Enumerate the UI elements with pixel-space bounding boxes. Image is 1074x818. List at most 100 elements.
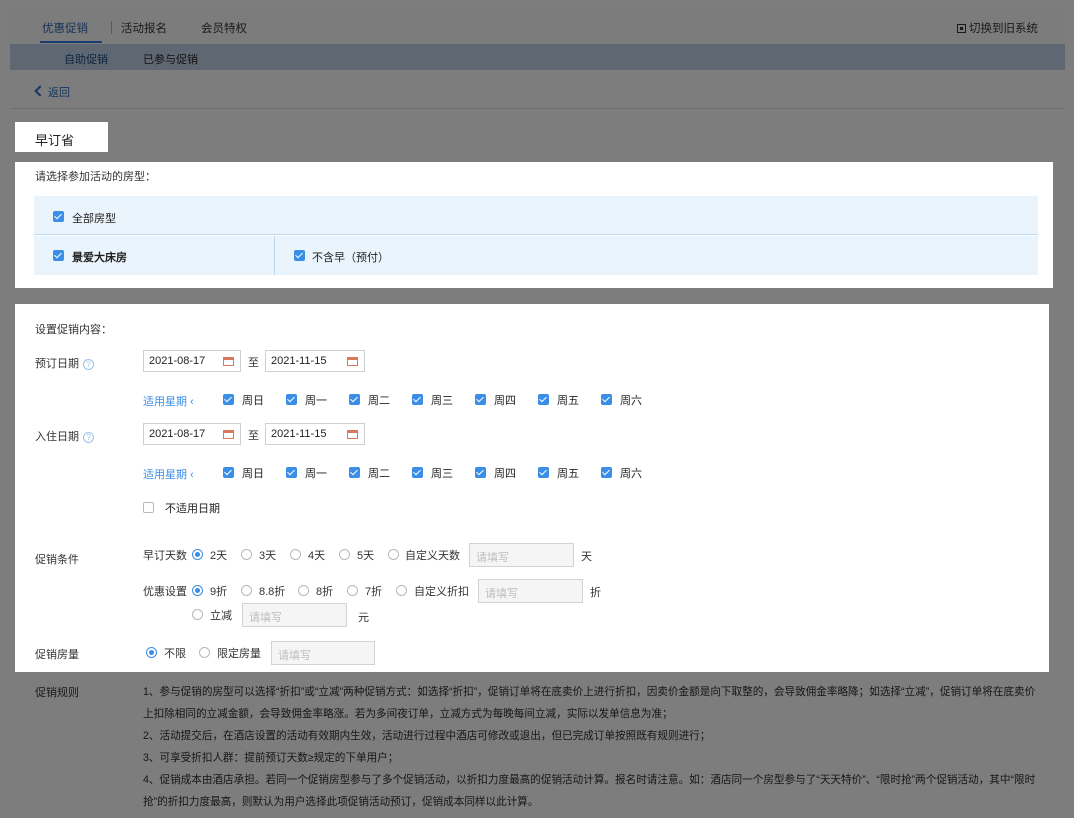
booking-weekday-label: 周一	[305, 395, 327, 407]
discount-radio-9[interactable]	[192, 585, 203, 596]
early-days-label: 早订天数	[143, 550, 187, 562]
early-days-option-label: 5天	[357, 550, 375, 562]
checkin-date-label: 入住日期?	[35, 428, 94, 444]
all-room-types-row: 全部房型	[34, 196, 1038, 235]
discount-radio-8.8[interactable]	[241, 585, 252, 596]
checkin-start-date-value: 2021-08-17	[149, 428, 206, 440]
tab-activity-signup[interactable]: 活动报名	[121, 20, 167, 36]
booking-start-date-input[interactable]: 2021-08-17	[143, 350, 241, 372]
custom-days-input[interactable]: 请填写	[469, 543, 574, 567]
checkin-weekday-checkbox[interactable]	[538, 467, 549, 478]
booking-weekday-checkbox[interactable]	[475, 394, 486, 405]
booking-weekdays-title: 适用星期	[143, 396, 187, 408]
checkin-weekday-checkbox[interactable]	[412, 467, 423, 478]
checkin-weekday-label: 周六	[620, 468, 642, 480]
exclude-dates-label: 不适用日期	[165, 503, 220, 515]
discount-radio-8[interactable]	[298, 585, 309, 596]
rule-line: 上扣除相同的立减金额，会导致佣金率略涨。若为多间夜订单，立减方式为每晚每间立减，…	[143, 708, 673, 720]
discount-label: 优惠设置	[143, 586, 187, 598]
reduce-radio[interactable]	[192, 609, 203, 620]
checkin-end-date-input[interactable]: 2021-11-15	[265, 423, 365, 445]
discount-unit: 折	[590, 587, 601, 599]
checkin-end-date-value: 2021-11-15	[271, 428, 327, 440]
calendar-icon[interactable]	[347, 357, 358, 366]
days-unit: 天	[581, 551, 592, 563]
subtab-self-promotion[interactable]: 自助促销	[64, 51, 108, 67]
reduce-unit: 元	[358, 612, 369, 624]
switch-old-system-link[interactable]: 切换到旧系统	[957, 20, 1038, 36]
room-row-divider	[274, 236, 275, 275]
early-days-radio-3[interactable]	[241, 549, 252, 560]
calendar-icon[interactable]	[223, 357, 234, 366]
rules-label: 促销规则	[35, 687, 79, 699]
rule-line: 1、参与促销的房型可以选择“折扣”或“立减”两种促销方式：如选择“折扣”，促销订…	[143, 686, 1036, 698]
tab-divider	[111, 21, 112, 34]
back-link[interactable]: 返回	[34, 84, 70, 100]
checkin-weekday-label: 周四	[494, 468, 516, 480]
early-days-radio-5[interactable]	[339, 549, 350, 560]
rule-line: 4、促销成本由酒店承担。若同一个促销房型参与了多个促销活动，以折扣力度最高的促销…	[143, 774, 1036, 786]
discount-radio-7[interactable]	[347, 585, 358, 596]
promo-title: 早订省	[15, 122, 108, 152]
inventory-radio-limited[interactable]	[199, 647, 210, 658]
checkin-weekday-checkbox[interactable]	[286, 467, 297, 478]
divider	[10, 108, 1065, 109]
early-days-option-label: 2天	[210, 550, 228, 562]
checkin-weekday-checkbox[interactable]	[475, 467, 486, 478]
discount-radio-custom[interactable]	[396, 585, 407, 596]
subtab-joined-promotions[interactable]: 已参与促销	[143, 51, 198, 67]
exclude-dates-checkbox[interactable]	[143, 502, 154, 513]
inventory-input[interactable]: 请填写	[271, 641, 375, 665]
date-range-separator: 至	[248, 430, 259, 442]
calendar-icon[interactable]	[347, 430, 358, 439]
early-days-radio-4[interactable]	[290, 549, 301, 560]
discount-option-label: 7折	[365, 586, 383, 598]
booking-weekday-checkbox[interactable]	[349, 394, 360, 405]
back-label: 返回	[48, 87, 70, 99]
booking-date-label: 预订日期?	[35, 355, 94, 371]
checkin-date-text: 入住日期	[35, 431, 79, 443]
booking-weekday-checkbox[interactable]	[601, 394, 612, 405]
checkin-weekday-label: 周一	[305, 468, 327, 480]
help-icon[interactable]: ?	[83, 359, 94, 370]
booking-weekday-checkbox[interactable]	[223, 394, 234, 405]
checkin-weekdays-toggle[interactable]: 适用星期 ‹	[143, 466, 194, 482]
inventory-label: 促销房量	[35, 649, 79, 661]
reduce-amount-input[interactable]: 请填写	[242, 603, 347, 627]
booking-weekday-label: 周二	[368, 395, 390, 407]
help-icon[interactable]: ?	[83, 432, 94, 443]
checkin-weekday-label: 周三	[431, 468, 453, 480]
booking-weekday-checkbox[interactable]	[412, 394, 423, 405]
tab-promotions[interactable]: 优惠促销	[42, 20, 88, 36]
checkin-weekday-checkbox[interactable]	[223, 467, 234, 478]
promotion-settings-panel: 设置促销内容： 预订日期? 2021-08-17 至 2021-11-15 适用…	[15, 304, 1049, 672]
checkin-weekday-checkbox[interactable]	[349, 467, 360, 478]
early-days-radio-2[interactable]	[192, 549, 203, 560]
inventory-radio-unlimited[interactable]	[146, 647, 157, 658]
custom-discount-input[interactable]: 请填写	[478, 579, 583, 603]
rate-plan-checkbox[interactable]	[294, 250, 305, 261]
room-type-panel: 请选择参加活动的房型： 全部房型 景爱大床房 不含早（预付）	[15, 162, 1053, 288]
rule-line: 3、可享受折扣人群：提前预订天数≥规定的下单用户；	[143, 752, 399, 764]
booking-weekday-checkbox[interactable]	[286, 394, 297, 405]
booking-weekday-checkbox[interactable]	[538, 394, 549, 405]
discount-option-label: 9折	[210, 586, 228, 598]
all-room-types-checkbox[interactable]	[53, 211, 64, 222]
room-type-section-label: 请选择参加活动的房型：	[35, 171, 156, 183]
room-row: 景爱大床房 不含早（预付）	[34, 236, 1038, 275]
booking-weekday-label: 周四	[494, 395, 516, 407]
booking-weekday-label: 周三	[431, 395, 453, 407]
booking-end-date-value: 2021-11-15	[271, 355, 327, 367]
booking-weekdays-toggle[interactable]: 适用星期 ‹	[143, 393, 194, 409]
discount-option-label: 自定义折扣	[414, 586, 469, 598]
early-days-option-label: 3天	[259, 550, 277, 562]
calendar-icon[interactable]	[223, 430, 234, 439]
checkin-weekday-checkbox[interactable]	[601, 467, 612, 478]
tab-member-privileges[interactable]: 会员特权	[201, 20, 247, 36]
early-days-radio-custom[interactable]	[388, 549, 399, 560]
booking-end-date-input[interactable]: 2021-11-15	[265, 350, 365, 372]
room-checkbox[interactable]	[53, 250, 64, 261]
checkin-start-date-input[interactable]: 2021-08-17	[143, 423, 241, 445]
rule-line: 抢”的折扣力度最高，则默认为用户选择此项促销活动预订，促销成本同样以此计算。	[143, 796, 539, 808]
all-room-types-label: 全部房型	[72, 213, 116, 225]
